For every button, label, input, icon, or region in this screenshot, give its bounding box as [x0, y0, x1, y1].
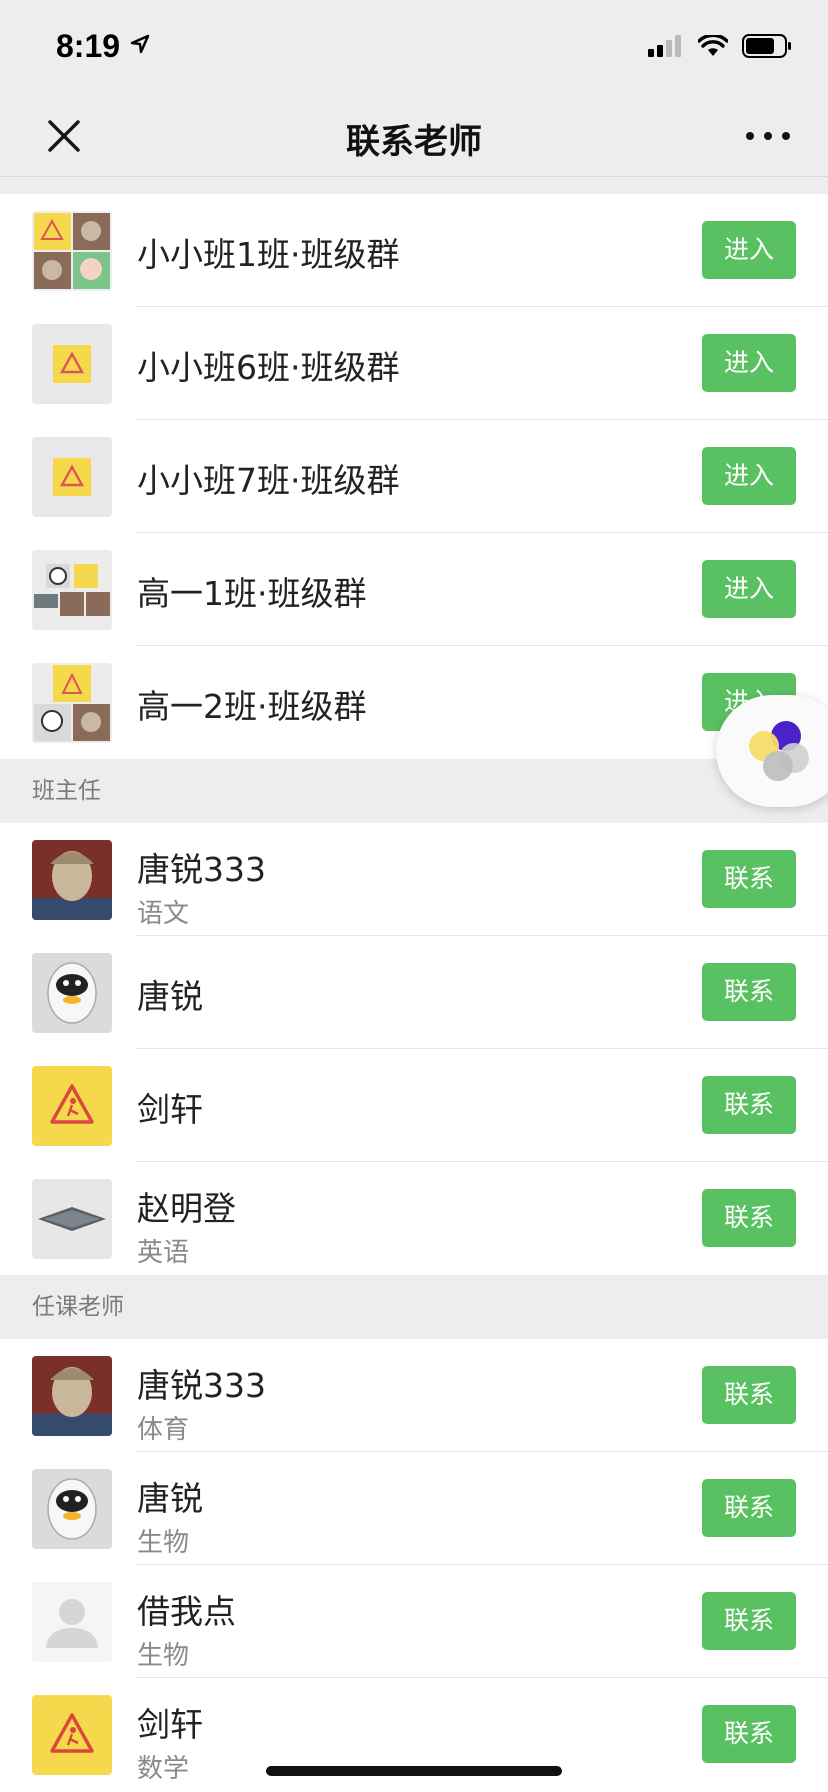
class-group-list: 小小班1班·班级群 进入 小小班6班·班级群 进入 小小班7班·班级群 进入 高…	[0, 194, 828, 759]
contact-button[interactable]: 联系	[702, 1366, 796, 1424]
contact-button[interactable]: 联系	[702, 1705, 796, 1763]
teacher-subject: 生物	[137, 1528, 190, 1558]
group-row[interactable]: 高一2班·班级群 进入	[0, 646, 828, 759]
status-time: 8:19	[56, 28, 121, 64]
teacher-subject: 英语	[137, 1238, 190, 1268]
home-indicator	[266, 1766, 562, 1776]
group-collage-icon	[32, 211, 112, 291]
battery-icon	[742, 34, 792, 62]
enter-button[interactable]: 进入	[702, 221, 796, 279]
robot-avatar	[32, 953, 112, 1033]
teacher-name: 剑轩	[137, 1705, 203, 1744]
warning-sign-icon	[32, 324, 112, 404]
warning-sign-icon	[32, 437, 112, 517]
teacher-subject: 数学	[137, 1754, 190, 1784]
contact-button[interactable]: 联系	[702, 1076, 796, 1134]
enter-button[interactable]: 进入	[702, 334, 796, 392]
nav-bar: 联系老师	[0, 96, 828, 177]
teacher-subject: 生物	[137, 1641, 190, 1671]
teacher-subject: 语文	[137, 899, 190, 929]
contact-button[interactable]: 联系	[702, 1189, 796, 1247]
top-gap	[0, 177, 828, 194]
teacher-row[interactable]: 唐锐333 体育 联系	[0, 1339, 828, 1452]
statue-avatar	[32, 840, 112, 920]
floating-window-icon	[749, 721, 809, 781]
robot-avatar	[32, 1469, 112, 1549]
status-indicators	[648, 33, 792, 62]
enter-button[interactable]: 进入	[702, 447, 796, 505]
teacher-name: 唐锐333	[137, 850, 266, 889]
more-options-icon[interactable]	[746, 126, 790, 146]
group-row[interactable]: 小小班6班·班级群 进入	[0, 307, 828, 420]
group-row[interactable]: 小小班1班·班级群 进入	[0, 194, 828, 307]
teacher-name: 唐锐333	[137, 1366, 266, 1405]
section-header-subject-teacher: 任课老师	[0, 1275, 828, 1339]
location-arrow-icon	[130, 34, 150, 58]
teacher-row[interactable]: 唐锐333 语文 联系	[0, 823, 828, 936]
contact-button[interactable]: 联系	[702, 1592, 796, 1650]
group-row[interactable]: 高一1班·班级群 进入	[0, 533, 828, 646]
teacher-row[interactable]: 剑轩 联系	[0, 1049, 828, 1162]
contact-button[interactable]: 联系	[702, 850, 796, 908]
default-user-avatar	[32, 1582, 112, 1662]
group-title: 小小班1班·班级群	[137, 235, 400, 274]
teacher-name: 唐锐	[137, 1479, 203, 1518]
teacher-row[interactable]: 赵明登 英语 联系	[0, 1162, 828, 1275]
wet-floor-sign-avatar	[32, 1066, 112, 1146]
teacher-name: 唐锐	[137, 977, 203, 1016]
teacher-row[interactable]: 借我点 生物 联系	[0, 1565, 828, 1678]
teacher-row[interactable]: 唐锐 联系	[0, 936, 828, 1049]
cellular-signal-icon	[648, 35, 684, 61]
enter-button[interactable]: 进入	[702, 560, 796, 618]
group-collage-icon	[32, 550, 112, 630]
section-header-head-teacher: 班主任	[0, 759, 828, 823]
statue-avatar	[32, 1356, 112, 1436]
group-collage-icon	[32, 663, 112, 743]
group-title: 高一2班·班级群	[137, 687, 367, 726]
wifi-icon	[697, 33, 729, 61]
group-title: 小小班6班·班级群	[137, 348, 400, 387]
wet-floor-sign-avatar	[32, 1695, 112, 1775]
teacher-name: 剑轩	[137, 1090, 203, 1129]
teacher-subject: 体育	[137, 1415, 190, 1445]
teacher-row[interactable]: 唐锐 生物 联系	[0, 1452, 828, 1565]
status-bar: 8:19	[0, 0, 828, 96]
tile-avatar	[32, 1179, 112, 1259]
contact-button[interactable]: 联系	[702, 963, 796, 1021]
group-row[interactable]: 小小班7班·班级群 进入	[0, 420, 828, 533]
page-title: 联系老师	[346, 122, 482, 162]
floating-window-button[interactable]	[716, 695, 828, 807]
teacher-name: 借我点	[137, 1592, 236, 1631]
teacher-name: 赵明登	[137, 1189, 236, 1228]
group-title: 高一1班·班级群	[137, 574, 367, 613]
contact-button[interactable]: 联系	[702, 1479, 796, 1537]
contact-list: 小小班1班·班级群 进入 小小班6班·班级群 进入 小小班7班·班级群 进入 高…	[0, 194, 828, 1791]
group-title: 小小班7班·班级群	[137, 461, 400, 500]
